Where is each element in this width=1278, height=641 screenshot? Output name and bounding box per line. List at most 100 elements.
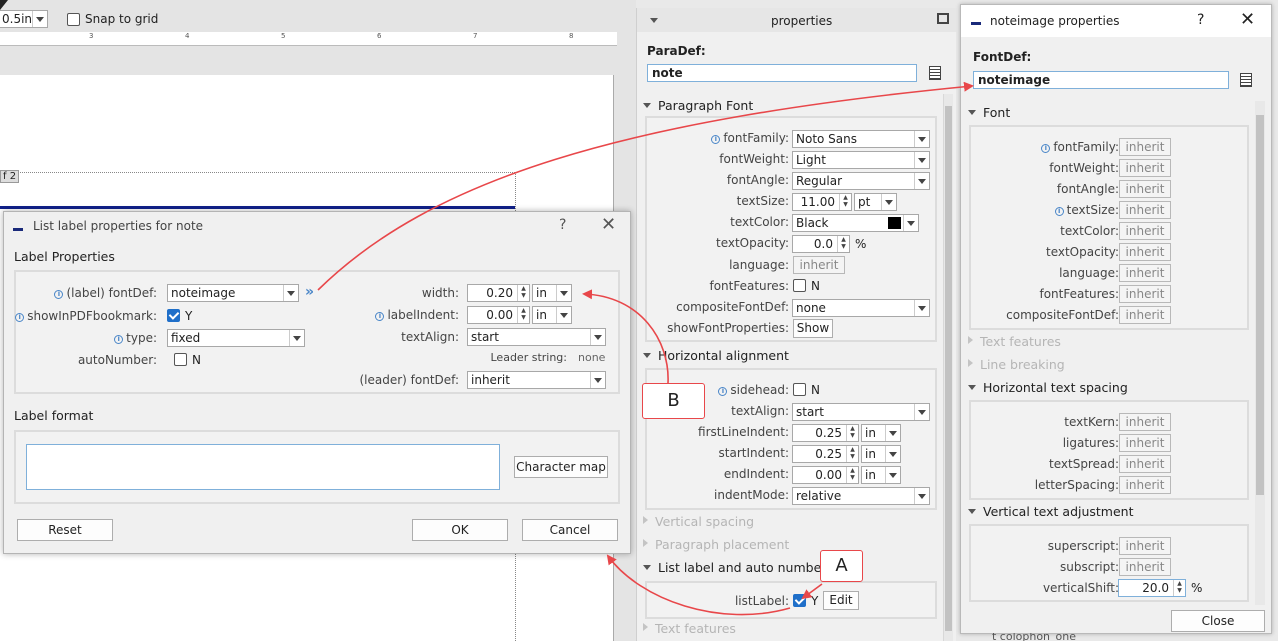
ok-button[interactable]: OK — [412, 519, 508, 541]
section-line-breaking[interactable]: Line breaking — [968, 357, 1065, 372]
endindent-label: endIndent: — [723, 467, 789, 481]
section-horizontal-text-spacing[interactable]: Horizontal text spacing — [968, 380, 1128, 395]
open-fontdef-icon[interactable]: » — [305, 284, 314, 300]
ni-textsize-label: i textSize: — [1054, 203, 1119, 217]
help-icon[interactable]: ? — [1197, 12, 1204, 28]
paradef-list-icon[interactable] — [929, 66, 941, 80]
dialog-textalign-select[interactable]: start — [467, 328, 606, 346]
app-icon — [13, 228, 23, 231]
ni-fontangle-inherit[interactable]: inherit — [1119, 180, 1171, 198]
width-unit: in — [536, 286, 547, 300]
mouse-cursor-icon — [0, 0, 8, 10]
fontangle-select[interactable]: Regular — [792, 172, 930, 190]
close-icon[interactable]: ✕ — [601, 214, 616, 235]
noteimage-scrollbar[interactable] — [1255, 101, 1265, 605]
firstlineindent-unit-select[interactable]: in — [861, 424, 901, 442]
leader-fontdef-value: inherit — [471, 373, 510, 387]
section-paragraph-font[interactable]: Paragraph Font — [643, 98, 753, 113]
noteimage-scroll-thumb[interactable] — [1256, 115, 1264, 495]
collapse-icon[interactable] — [650, 18, 658, 23]
paradef-field[interactable]: note — [647, 64, 917, 82]
letterspacing-inherit[interactable]: inherit — [1119, 476, 1171, 494]
float-panel-icon[interactable] — [937, 13, 949, 24]
snap-to-grid-checkbox[interactable] — [67, 13, 80, 26]
section-paragraph-placement[interactable]: Paragraph placement — [643, 537, 789, 552]
indentmode-select[interactable]: relative — [792, 487, 930, 505]
fontweight-select[interactable]: Light — [792, 151, 930, 169]
endindent-unit-select[interactable]: in — [861, 466, 901, 484]
autonumber-checkbox[interactable] — [174, 353, 187, 366]
startindent-unit-select[interactable]: in — [861, 445, 901, 463]
ni-fontfeatures-inherit[interactable]: inherit — [1119, 285, 1171, 303]
listlabel-edit-button[interactable]: Edit — [823, 591, 859, 610]
label-fontdef-select[interactable]: noteimage — [167, 284, 299, 302]
show-font-properties-button[interactable]: Show — [793, 319, 833, 338]
list-label-box: listLabel: Y Edit — [645, 581, 937, 619]
reset-button[interactable]: Reset — [17, 519, 113, 541]
firstlineindent-spinner[interactable]: 0.25 ▲ ▼ — [792, 424, 859, 442]
close-icon[interactable]: ✕ — [1240, 9, 1255, 30]
leader-string-value: none — [578, 351, 606, 364]
subscript-inherit[interactable]: inherit — [1119, 558, 1171, 576]
textkern-inherit[interactable]: inherit — [1119, 413, 1171, 431]
ruler-mark-5: 5 — [281, 32, 286, 40]
label-format-input[interactable] — [26, 444, 500, 490]
endindent-spinner[interactable]: 0.00 ▲ ▼ — [792, 466, 859, 484]
width-spinner[interactable]: 0.20 ▲ ▼ — [467, 284, 530, 302]
section-ni-text-features[interactable]: Text features — [968, 334, 1061, 349]
info-icon: i — [54, 290, 64, 299]
type-select[interactable]: fixed — [167, 329, 305, 347]
ni-fontfamily-inherit[interactable]: inherit — [1119, 138, 1171, 156]
fontfeatures-checkbox[interactable] — [793, 279, 806, 292]
section-text-features[interactable]: Text features — [643, 621, 736, 636]
fontfamily-select[interactable]: Noto Sans — [792, 130, 930, 148]
section-vertical-text-adjustment[interactable]: Vertical text adjustment — [968, 504, 1134, 519]
autonumber-label: autoNumber: — [77, 353, 157, 367]
language-inherit-button[interactable]: inherit — [793, 256, 845, 274]
section-font[interactable]: Font — [968, 105, 1010, 120]
leader-fontdef-select[interactable]: inherit — [467, 371, 606, 389]
ni-textcolor-inherit[interactable]: inherit — [1119, 222, 1171, 240]
section-horizontal-alignment[interactable]: Horizontal alignment — [643, 348, 789, 363]
character-map-button[interactable]: Character map — [514, 456, 608, 478]
section-line-breaking-label: Line breaking — [980, 357, 1065, 372]
fontfamily-label: i fontFamily: — [711, 131, 789, 145]
ni-compositefontdef-inherit[interactable]: inherit — [1119, 306, 1171, 324]
labelindent-unit-select[interactable]: in — [532, 306, 572, 324]
properties-scrollbar[interactable] — [943, 94, 953, 641]
sidehead-checkbox[interactable] — [793, 383, 806, 396]
zoom-select[interactable]: 0.5in — [0, 10, 48, 28]
listlabel-checkbox[interactable] — [793, 594, 806, 607]
textcolor-select[interactable]: Black — [792, 214, 919, 232]
help-icon[interactable]: ? — [559, 217, 566, 233]
labelindent-unit: in — [536, 308, 547, 322]
leader-fontdef-label: (leader) fontDef: — [359, 373, 459, 387]
noteimage-close-button[interactable]: Close — [1171, 610, 1265, 632]
verticalshift-spinner[interactable]: 20.0 ▲ ▼ — [1118, 579, 1186, 597]
textspread-inherit[interactable]: inherit — [1119, 455, 1171, 473]
textsize-unit-select[interactable]: pt — [854, 193, 897, 211]
width-unit-select[interactable]: in — [532, 284, 572, 302]
ligatures-label: ligatures: — [1062, 436, 1119, 450]
info-icon: i — [711, 135, 721, 144]
ni-textopacity-inherit[interactable]: inherit — [1119, 243, 1171, 261]
ni-language-inherit[interactable]: inherit — [1119, 264, 1171, 282]
ni-fontangle-label: fontAngle: — [1056, 182, 1119, 196]
fontdef-list-icon[interactable] — [1240, 73, 1252, 87]
ni-textsize-inherit[interactable]: inherit — [1119, 201, 1171, 219]
textsize-spinner[interactable]: 11.00 ▲ ▼ — [792, 193, 852, 211]
section-list-label[interactable]: List label and auto numbering — [643, 560, 846, 575]
section-vertical-spacing[interactable]: Vertical spacing — [643, 514, 754, 529]
showinpdfbookmark-checkbox[interactable] — [167, 309, 180, 322]
compositefontdef-select[interactable]: none — [792, 299, 930, 317]
ni-fontweight-inherit[interactable]: inherit — [1119, 159, 1171, 177]
fontdef-field[interactable]: noteimage — [973, 71, 1229, 89]
startindent-spinner[interactable]: 0.25 ▲ ▼ — [792, 445, 859, 463]
ligatures-inherit[interactable]: inherit — [1119, 434, 1171, 452]
properties-scroll-thumb[interactable] — [945, 106, 952, 631]
labelindent-spinner[interactable]: 0.00 ▲ ▼ — [467, 306, 530, 324]
superscript-inherit[interactable]: inherit — [1119, 537, 1171, 555]
textopacity-spinner[interactable]: 0.0 ▲ ▼ — [792, 235, 850, 253]
h-textalign-select[interactable]: start — [792, 403, 930, 421]
cancel-button[interactable]: Cancel — [522, 519, 618, 541]
